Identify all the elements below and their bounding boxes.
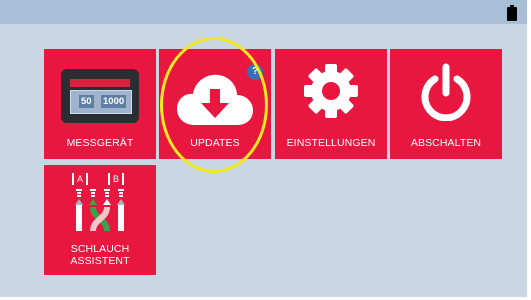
tile-label: UPDATES — [190, 137, 240, 149]
tile-label-line1: SCHLAUCH — [70, 243, 130, 255]
help-badge[interactable]: ? — [247, 64, 263, 80]
tile-label: ABSCHALTEN — [410, 137, 482, 149]
meter-value-left: 50 — [79, 95, 94, 108]
hose-assistant-icon: A B — [72, 173, 125, 232]
tile-label: MESSGERÄT — [66, 137, 134, 149]
tile-einstellungen[interactable]: EINSTELLUNGEN — [275, 49, 387, 159]
tile-label-line2: ASSISTENT — [70, 255, 130, 267]
home-screen: 50 1000 MESSGERÄT ? UPDATES EINSTELLUNGE… — [0, 0, 527, 297]
tile-messgeraet[interactable]: 50 1000 MESSGERÄT — [44, 49, 156, 159]
tile-updates[interactable]: ? UPDATES — [159, 49, 271, 159]
power-icon — [421, 63, 471, 121]
port-a-label: A — [77, 174, 83, 184]
tile-schlauch-assistent[interactable]: A B SCHLAUCH ASSISTENT — [44, 165, 156, 275]
cloud-download-icon — [177, 74, 253, 125]
meter-icon: 50 1000 — [61, 69, 139, 123]
port-b-label: B — [113, 174, 119, 184]
tile-abschalten[interactable]: ABSCHALTEN — [390, 49, 502, 159]
battery-icon — [507, 5, 517, 21]
meter-value-right: 1000 — [101, 95, 127, 108]
status-bar — [0, 0, 527, 24]
tile-label: EINSTELLUNGEN — [286, 137, 376, 149]
gear-icon — [304, 64, 358, 118]
tile-label: SCHLAUCH ASSISTENT — [44, 243, 156, 267]
